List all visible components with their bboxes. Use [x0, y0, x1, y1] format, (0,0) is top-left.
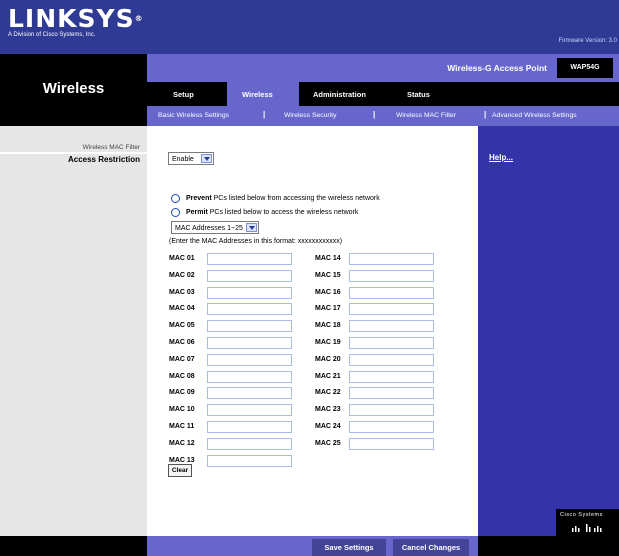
mac-label: MAC 22 [315, 389, 341, 397]
tab-administration[interactable]: Administration [313, 90, 366, 99]
left-section-header: Wireless MAC Filter [82, 144, 140, 151]
footer-left [0, 536, 147, 556]
mac-address-input[interactable] [349, 421, 434, 433]
mac-address-input[interactable] [207, 320, 292, 333]
mac-label: MAC 25 [315, 439, 341, 447]
mac-address-input[interactable] [349, 303, 434, 316]
mac-label: MAC 08 [169, 372, 195, 380]
mac-address-input[interactable] [349, 370, 434, 383]
mac-label: MAC 13 [169, 456, 195, 464]
mac-address-input[interactable] [207, 437, 292, 450]
cancel-changes-button[interactable]: Cancel Changes [393, 539, 469, 556]
mac-address-input[interactable] [207, 353, 292, 366]
mac-label: MAC 02 [169, 271, 195, 279]
mac-label: MAC 24 [315, 423, 341, 430]
mac-address-input[interactable] [207, 421, 292, 433]
left-label-column [0, 126, 147, 536]
prevent-radio[interactable] [171, 194, 180, 203]
mac-address-input[interactable] [349, 404, 434, 417]
help-panel [478, 126, 619, 536]
mac-address-input[interactable] [207, 269, 292, 282]
mac-range-value: MAC Addresses 1~25 [175, 225, 243, 232]
mac-address-input[interactable] [349, 253, 434, 265]
mac-address-input[interactable] [207, 303, 292, 316]
mac-address-input[interactable] [207, 337, 292, 349]
subtab-separator: | [484, 110, 487, 119]
mac-label: MAC 20 [315, 355, 341, 363]
mac-label: MAC 14 [315, 255, 341, 262]
subtab-advanced-wireless-settings[interactable]: Advanced Wireless Settings [492, 112, 577, 119]
mac-address-input[interactable] [349, 437, 434, 450]
firmware-version: Firmware Version: 3.0 [558, 38, 617, 44]
mac-address-input[interactable] [349, 286, 434, 299]
mac-label: MAC 11 [169, 423, 195, 430]
product-bar [147, 54, 619, 82]
mac-label: MAC 15 [315, 271, 341, 279]
mac-address-input[interactable] [207, 286, 292, 299]
mac-format-hint: (Enter the MAC Addresses in this format:… [169, 238, 343, 245]
mac-label: MAC 19 [315, 339, 341, 346]
mac-label: MAC 05 [169, 322, 195, 330]
cisco-systems-text: Cisco Systems [560, 512, 603, 518]
access-restriction-select[interactable]: Enable [168, 152, 214, 165]
footer-right [478, 536, 619, 556]
save-settings-button[interactable]: Save Settings [312, 539, 386, 556]
mac-label: MAC 18 [315, 322, 341, 330]
prevent-label: Prevent PCs listed below from accessing … [186, 195, 380, 202]
subtab-basic-wireless-settings[interactable]: Basic Wireless Settings [158, 112, 229, 119]
tab-bar [147, 82, 619, 106]
mac-label: MAC 01 [169, 255, 195, 262]
mac-address-input[interactable] [207, 454, 292, 467]
mac-label: MAC 21 [315, 372, 341, 380]
mac-address-input[interactable] [207, 404, 292, 417]
subtab-wireless-mac-filter[interactable]: Wireless MAC Filter [396, 112, 456, 119]
tab-status[interactable]: Status [407, 90, 430, 99]
mac-address-input[interactable] [349, 269, 434, 282]
mac-address-input[interactable] [207, 370, 292, 383]
chevron-down-icon [201, 154, 212, 163]
subtab-separator: | [263, 110, 266, 119]
mac-label: MAC 09 [169, 389, 195, 397]
product-name: Wireless-G Access Point [447, 63, 547, 73]
clear-button[interactable]: Clear [168, 464, 192, 477]
mac-label: MAC 16 [315, 288, 341, 296]
help-link[interactable]: Help... [489, 153, 513, 162]
linksys-logo: LINKSYS® [8, 4, 144, 33]
mac-label: MAC 07 [169, 355, 195, 363]
mac-range-select[interactable]: MAC Addresses 1~25 [171, 221, 259, 234]
section-title: Wireless [42, 80, 105, 97]
tab-setup[interactable]: Setup [173, 90, 194, 99]
mac-label: MAC 12 [169, 439, 195, 447]
mac-address-input[interactable] [349, 353, 434, 366]
mac-label: MAC 03 [169, 288, 195, 296]
divider [0, 152, 147, 154]
permit-radio[interactable] [171, 208, 180, 217]
permit-label: Permit PCs listed below to access the wi… [186, 209, 359, 216]
tab-wireless[interactable]: Wireless [242, 90, 273, 99]
mac-address-input[interactable] [207, 387, 292, 400]
mac-label: MAC 23 [315, 406, 341, 414]
mac-label: MAC 06 [169, 339, 195, 346]
mac-address-input[interactable] [349, 320, 434, 333]
subtab-separator: | [373, 110, 376, 119]
mac-label: MAC 04 [169, 305, 195, 313]
logo-subtitle: A Division of Cisco Systems, Inc. [8, 32, 96, 38]
subtab-wireless-security[interactable]: Wireless Security [284, 112, 337, 119]
chevron-down-icon [246, 223, 257, 232]
mac-address-input[interactable] [349, 387, 434, 400]
access-restriction-value: Enable [172, 156, 194, 163]
mac-label: MAC 17 [315, 305, 341, 313]
mac-address-input[interactable] [207, 253, 292, 265]
mac-label: MAC 10 [169, 406, 195, 414]
mac-address-input[interactable] [349, 337, 434, 349]
access-restriction-label: Access Restriction [67, 155, 140, 164]
model-badge: WAP54G [557, 58, 613, 78]
